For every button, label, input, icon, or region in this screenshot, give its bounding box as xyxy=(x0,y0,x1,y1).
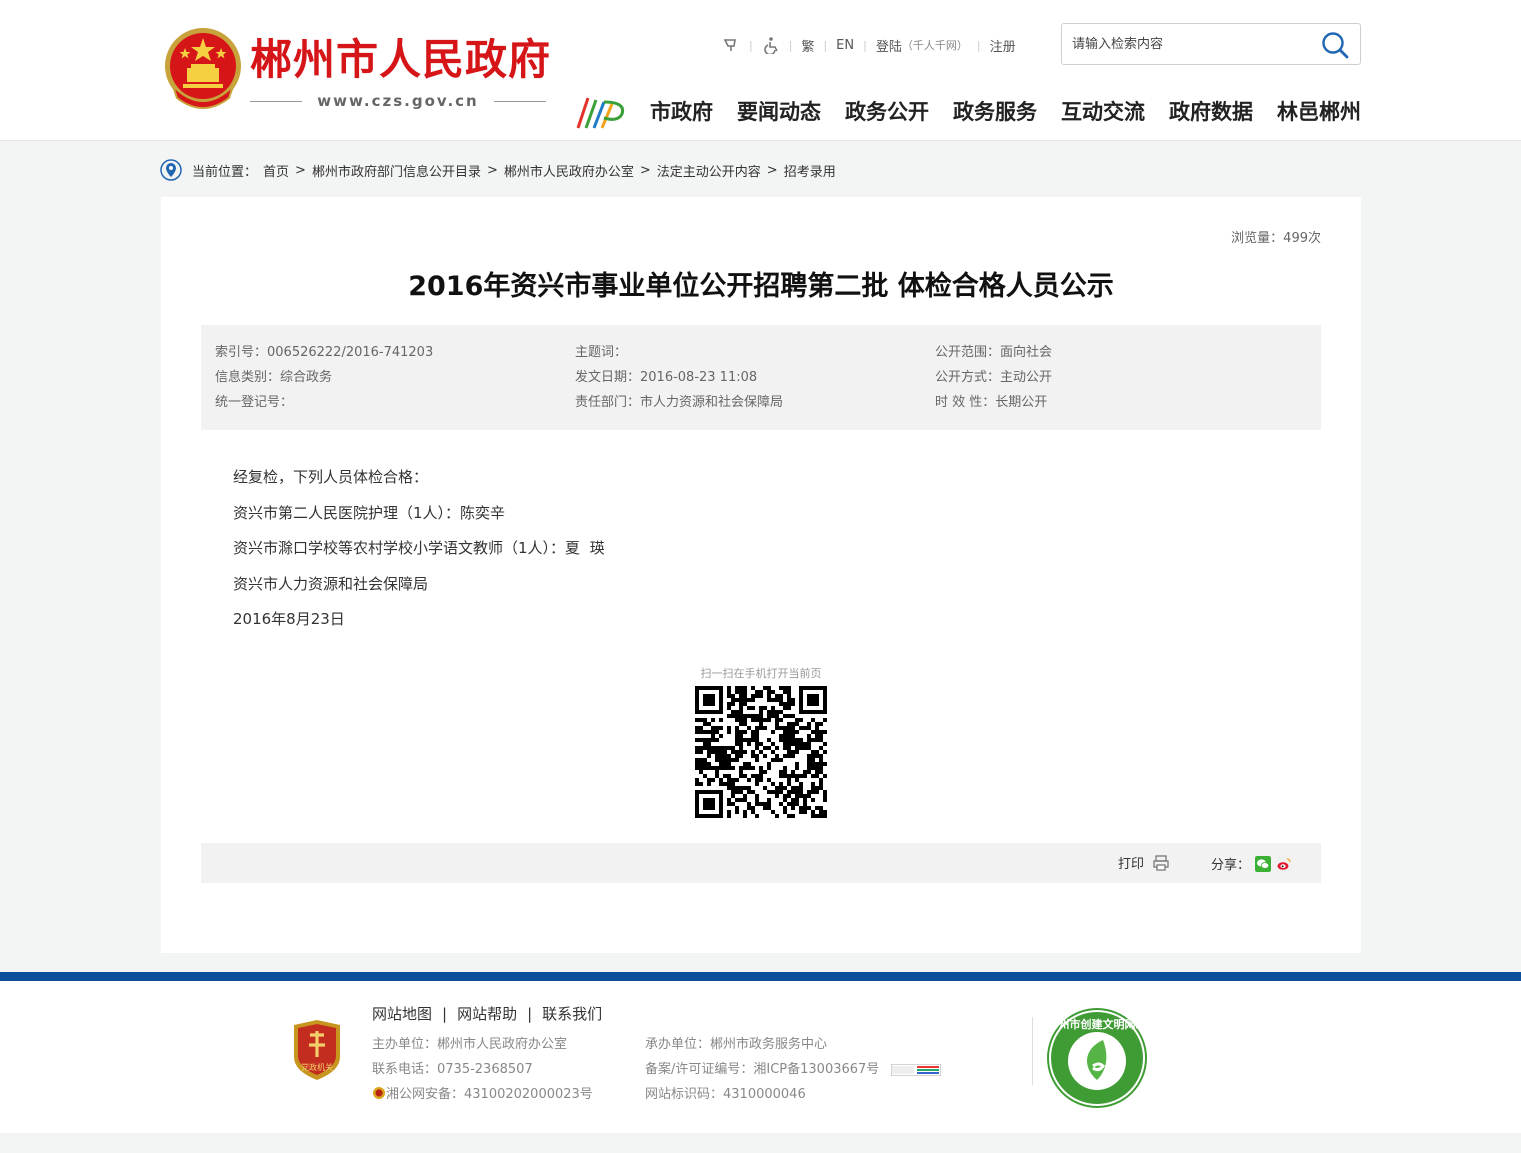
linyi-logo-icon xyxy=(576,97,625,129)
meta-dept: 责任部门：市人力资源和社会保障局 xyxy=(575,395,784,410)
body-paragraph: 资兴市人力资源和社会保障局 xyxy=(233,574,429,593)
breadcrumb-directory[interactable]: 郴州市政府部门信息公开目录 xyxy=(312,161,481,180)
breadcrumb-label: 当前位置： xyxy=(192,164,258,180)
meta-category: 信息类别：综合政务 xyxy=(215,370,333,385)
footer-divider xyxy=(0,972,1521,981)
qr-label-text: 扫一扫在手机打开当前页 xyxy=(700,667,822,680)
dang-badge-text: 党政机关 xyxy=(301,1062,333,1072)
nav-news[interactable]: 要闻动态 xyxy=(737,96,821,128)
nav-linyi-chenzhou[interactable]: 林邑郴州 xyxy=(1277,96,1361,128)
site-header: 郴州市人民政府 www.czs.gov.cn | | 繁 | EN | 登陆 （… xyxy=(0,0,1521,141)
body-paragraph: 2016年8月23日 xyxy=(233,610,345,628)
footer-sitemap-link[interactable]: 网站地图 xyxy=(372,1005,432,1023)
register-link[interactable]: 注册 xyxy=(990,36,1016,55)
view-count: 浏览量：499次 xyxy=(1231,231,1321,246)
login-link[interactable]: 登陆 xyxy=(876,36,902,55)
footer-undertaker: 承办单位：郴州市政务服务中心 xyxy=(645,1037,828,1052)
footer-phone: 联系电话：0735-2368507 xyxy=(372,1062,533,1077)
footer-separator xyxy=(1032,1017,1033,1085)
share-label: 分享： xyxy=(1211,858,1251,873)
wheelchair-icon[interactable] xyxy=(762,36,780,54)
body-paragraph: 资兴市滁口学校等农村学校小学语文教师（1人）：夏 瑛 xyxy=(233,539,605,557)
nav-interaction[interactable]: 互动交流 xyxy=(1061,96,1145,128)
printer-icon xyxy=(1153,854,1169,871)
breadcrumb-office[interactable]: 郴州市人民政府办公室 xyxy=(504,161,634,180)
site-url-text: www.czs.gov.cn xyxy=(317,92,479,110)
meta-mode: 公开方式：主动公开 xyxy=(935,370,1053,385)
search-box xyxy=(1061,23,1361,65)
site-footer: 党政机关 网站地图 | 网站帮助 | 联系我们 主办单位：郴州市人民政府办公室 联系电话… xyxy=(0,981,1521,1133)
print-label: 打印 xyxy=(1118,857,1145,872)
footer-police: 湘公网安备：43100202000023号 xyxy=(372,1086,593,1104)
footer-contact-link[interactable]: 联系我们 xyxy=(542,1005,602,1023)
footer-sponsor: 主办单位：郴州市人民政府办公室 xyxy=(372,1037,568,1052)
weibo-icon[interactable] xyxy=(1276,855,1293,872)
footer-police-text[interactable]: 湘公网安备：43100202000023号 xyxy=(386,1087,593,1102)
meta-keywords: 主题词： xyxy=(575,345,628,360)
body-paragraph: 资兴市第二人民医院护理（1人）：陈奕辛 xyxy=(233,503,506,522)
accessibility-glasses-icon[interactable] xyxy=(722,36,740,54)
login-note: （千人千网） xyxy=(901,39,968,52)
footer-help-link[interactable]: 网站帮助 xyxy=(457,1005,517,1023)
print-button[interactable]: 打印 xyxy=(1118,853,1170,872)
meta-date: 发文日期：2016-08-23 11:08 xyxy=(575,370,758,385)
search-icon[interactable] xyxy=(1320,30,1350,60)
nav-government-data[interactable]: 政府数据 xyxy=(1169,96,1253,128)
main-nav: 市政府 要闻动态 政务公开 政务服务 互动交流 政府数据 林邑郴州 xyxy=(650,96,1361,128)
footer-icp: 备案/许可证编号：湘ICP备13003667号 xyxy=(645,1061,942,1079)
location-pin-icon xyxy=(160,159,182,181)
article-meta: 索引号：006526222/2016-741203 信息类别：综合政务 统一登记… xyxy=(201,325,1321,430)
traditional-chinese-link[interactable]: 繁 xyxy=(801,36,814,55)
meta-index-no: 索引号：006526222/2016-741203 xyxy=(215,345,434,360)
meta-scope: 公开范围：面向社会 xyxy=(935,345,1053,360)
site-name[interactable]: 郴州市人民政府 xyxy=(250,34,551,86)
footer-links: 网站地图 | 网站帮助 | 联系我们 xyxy=(372,1005,603,1023)
party-government-badge-icon[interactable]: 党政机关 xyxy=(290,1019,344,1081)
article-title: 2016年资兴市事业单位公开招聘第二批 体检合格人员公示 xyxy=(408,271,1114,302)
share-bar: 分享： xyxy=(1211,854,1293,873)
article-card: 浏览量：499次 2016年资兴市事业单位公开招聘第二批 体检合格人员公示 索引… xyxy=(161,197,1361,953)
civil-badge-text: 郴州市创建文明网站 xyxy=(1048,1017,1147,1031)
qr-code xyxy=(695,686,827,818)
civilization-site-badge-icon[interactable]: 郴州市创建文明网站 xyxy=(1047,1008,1147,1108)
nav-government-services[interactable]: 政务服务 xyxy=(953,96,1037,128)
nav-government-affairs[interactable]: 政务公开 xyxy=(845,96,929,128)
meta-validity: 时 效 性：长期公开 xyxy=(935,395,1048,410)
breadcrumb-home[interactable]: 首页 xyxy=(263,161,289,180)
meta-reg-no: 统一登记号： xyxy=(215,395,294,410)
article-body: 经复检，下列人员体检合格： 资兴市第二人民医院护理（1人）：陈奕辛 资兴市滁口学… xyxy=(233,465,605,643)
breadcrumb: 当前位置： 首页 > 郴州市政府部门信息公开目录 > 郴州市人民政府办公室 > … xyxy=(160,158,836,182)
icp-badge-icon xyxy=(891,1063,942,1076)
body-paragraph: 经复检，下列人员体检合格： xyxy=(233,468,429,486)
breadcrumb-statutory[interactable]: 法定主动公开内容 xyxy=(657,161,761,180)
qr-label: 扫一扫在手机打开当前页 xyxy=(161,665,1361,681)
national-emblem-icon xyxy=(165,28,241,109)
site-url: www.czs.gov.cn xyxy=(250,90,546,112)
nav-city-government[interactable]: 市政府 xyxy=(650,96,713,128)
breadcrumb-recruitment[interactable]: 招考录用 xyxy=(784,161,836,180)
footer-icp-text[interactable]: 备案/许可证编号：湘ICP备13003667号 xyxy=(645,1062,879,1077)
search-input[interactable] xyxy=(1072,34,1312,54)
article-toolbar: 打印 分享： xyxy=(201,843,1321,883)
wechat-icon[interactable] xyxy=(1255,855,1272,872)
police-badge-icon xyxy=(373,1087,385,1099)
footer-site-id: 网站标识码：4310000046 xyxy=(645,1087,806,1102)
english-link[interactable]: EN xyxy=(836,38,854,53)
top-links: | | 繁 | EN | 登陆 （千人千网） | 注册 xyxy=(722,34,1016,56)
